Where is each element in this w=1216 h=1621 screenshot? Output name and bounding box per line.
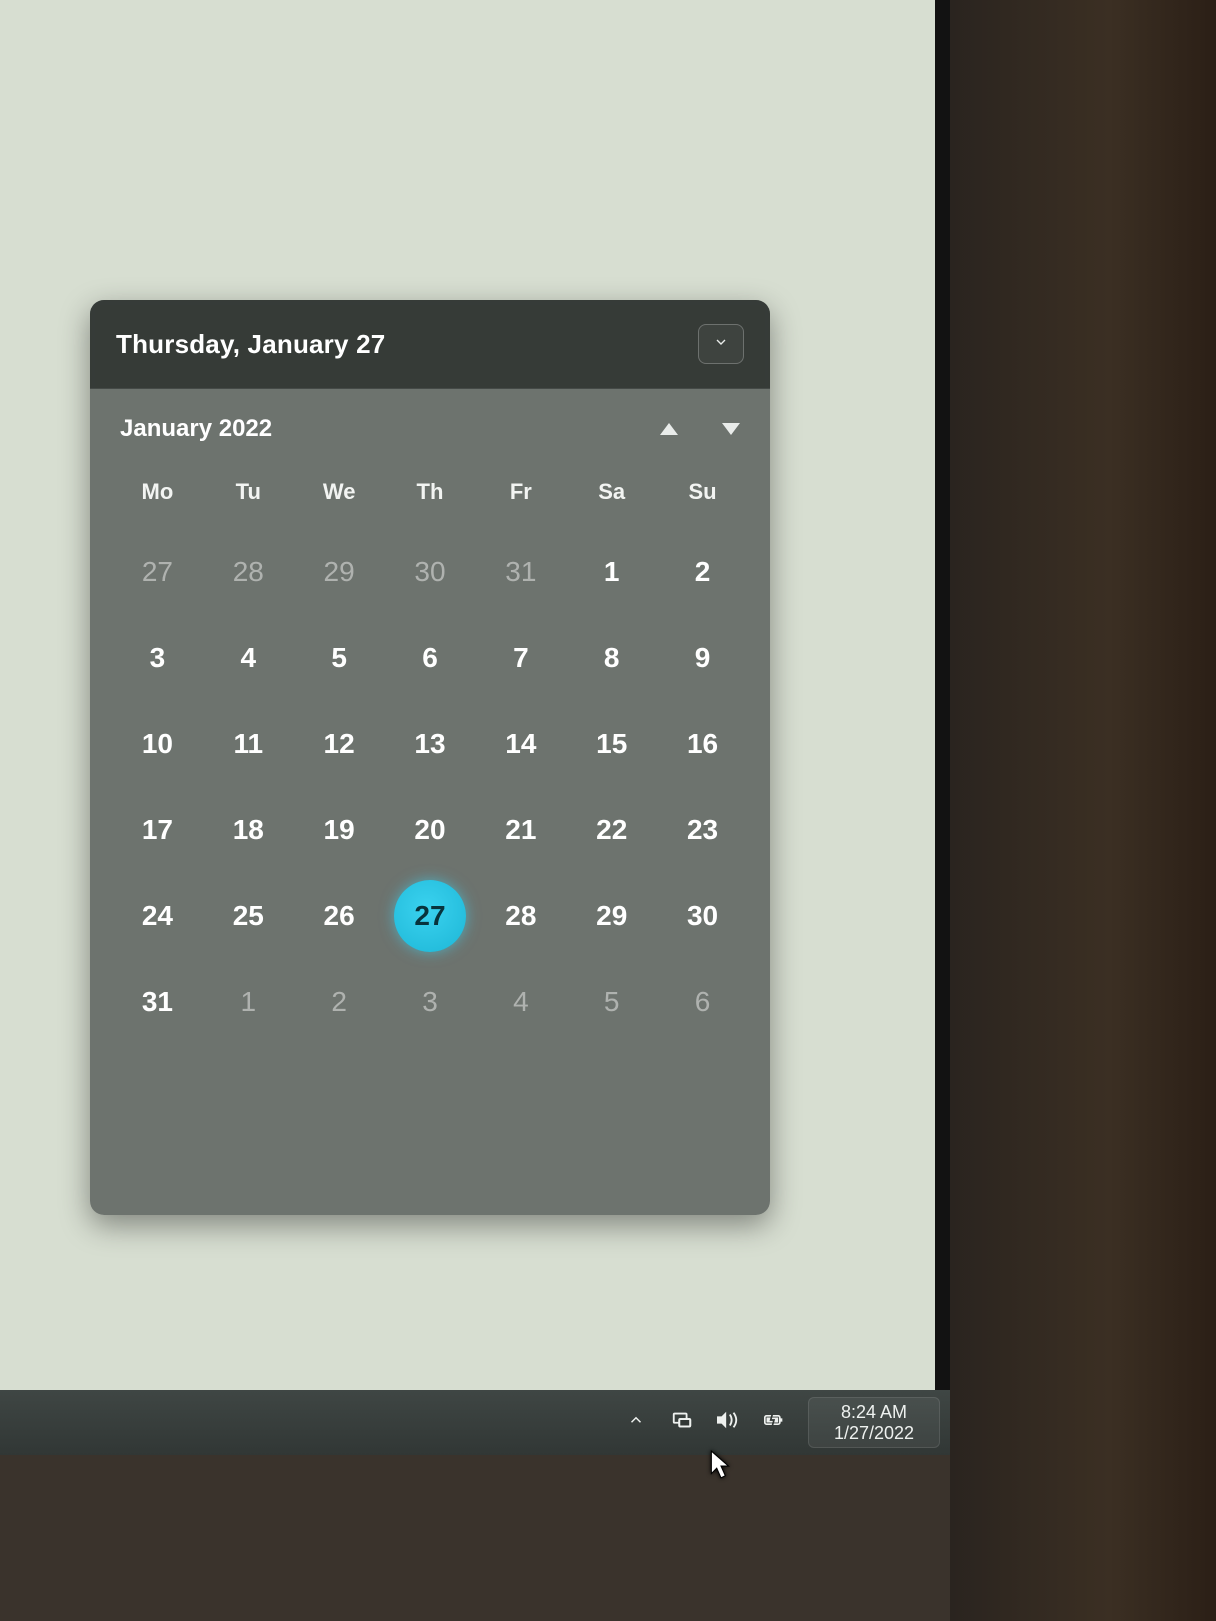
calendar-day-outside[interactable]: 5 <box>566 963 657 1041</box>
calendar-day[interactable]: 2 <box>657 533 748 611</box>
calendar-day-outside[interactable]: 4 <box>475 963 566 1041</box>
calendar-day[interactable]: 23 <box>657 791 748 869</box>
chevron-up-icon <box>627 1411 645 1434</box>
calendar-day-outside[interactable]: 6 <box>657 963 748 1041</box>
day-of-week-header: Su <box>657 461 748 525</box>
calendar-day[interactable]: 13 <box>385 705 476 783</box>
month-year-label[interactable]: January 2022 <box>120 415 272 443</box>
calendar-flyout: Thursday, January 27 January 2022 MoTuWe… <box>90 300 770 1215</box>
taskbar: 8:24 AM 1/27/2022 <box>0 1390 950 1455</box>
today-full-date[interactable]: Thursday, January 27 <box>116 329 385 360</box>
calendar-day-outside[interactable]: 29 <box>294 533 385 611</box>
calendar-day[interactable]: 10 <box>112 705 203 783</box>
chevron-down-icon <box>713 334 729 355</box>
calendar-day[interactable]: 19 <box>294 791 385 869</box>
calendar-day[interactable]: 3 <box>112 619 203 697</box>
calendar-day[interactable]: 12 <box>294 705 385 783</box>
monitor-inner-bezel <box>935 0 950 1455</box>
calendar-header: Thursday, January 27 <box>90 300 770 389</box>
calendar-grid: MoTuWeThFrSaSu27282930311234567891011121… <box>90 453 770 1063</box>
calendar-day-outside[interactable]: 27 <box>112 533 203 611</box>
speaker-icon <box>714 1409 742 1436</box>
mouse-cursor-icon <box>710 1450 732 1480</box>
calendar-day-outside[interactable]: 3 <box>385 963 476 1041</box>
taskbar-clock[interactable]: 8:24 AM 1/27/2022 <box>808 1397 940 1448</box>
calendar-day[interactable]: 17 <box>112 791 203 869</box>
volume-tray-icon[interactable] <box>716 1411 740 1435</box>
calendar-day[interactable]: 8 <box>566 619 657 697</box>
previous-month-button[interactable] <box>660 423 678 435</box>
system-tray: 8:24 AM 1/27/2022 <box>624 1397 940 1448</box>
calendar-day-outside[interactable]: 30 <box>385 533 476 611</box>
tray-overflow-button[interactable] <box>624 1411 648 1435</box>
day-of-week-header: We <box>294 461 385 525</box>
calendar-day[interactable]: 4 <box>203 619 294 697</box>
day-of-week-header: Fr <box>475 461 566 525</box>
taskbar-time: 8:24 AM <box>841 1402 907 1423</box>
calendar-day[interactable]: 18 <box>203 791 294 869</box>
calendar-day[interactable]: 29 <box>566 877 657 955</box>
calendar-day[interactable]: 22 <box>566 791 657 869</box>
network-tray-icon[interactable] <box>670 1411 694 1435</box>
calendar-day[interactable]: 31 <box>112 963 203 1041</box>
calendar-day[interactable]: 25 <box>203 877 294 955</box>
calendar-day[interactable]: 14 <box>475 705 566 783</box>
calendar-day[interactable]: 30 <box>657 877 748 955</box>
month-bar: January 2022 <box>90 389 770 453</box>
calendar-day[interactable]: 16 <box>657 705 748 783</box>
monitor-right-bezel <box>950 0 1216 1621</box>
calendar-day[interactable]: 6 <box>385 619 476 697</box>
calendar-day[interactable]: 5 <box>294 619 385 697</box>
battery-tray-icon[interactable] <box>762 1411 786 1435</box>
calendar-day[interactable]: 20 <box>385 791 476 869</box>
calendar-day[interactable]: 28 <box>475 877 566 955</box>
day-of-week-header: Mo <box>112 461 203 525</box>
calendar-day[interactable]: 11 <box>203 705 294 783</box>
calendar-day-outside[interactable]: 31 <box>475 533 566 611</box>
calendar-day-outside[interactable]: 2 <box>294 963 385 1041</box>
calendar-day[interactable]: 21 <box>475 791 566 869</box>
monitor-network-icon <box>671 1409 693 1436</box>
calendar-day[interactable]: 7 <box>475 619 566 697</box>
battery-icon <box>762 1410 786 1435</box>
next-month-button[interactable] <box>722 423 740 435</box>
day-of-week-header: Th <box>385 461 476 525</box>
calendar-day-outside[interactable]: 28 <box>203 533 294 611</box>
day-of-week-header: Tu <box>203 461 294 525</box>
calendar-day-today[interactable]: 27 <box>394 880 466 952</box>
day-of-week-header: Sa <box>566 461 657 525</box>
calendar-day[interactable]: 9 <box>657 619 748 697</box>
calendar-day[interactable]: 24 <box>112 877 203 955</box>
collapse-button[interactable] <box>698 324 744 364</box>
calendar-day[interactable]: 26 <box>294 877 385 955</box>
calendar-day[interactable]: 1 <box>566 533 657 611</box>
calendar-day[interactable]: 15 <box>566 705 657 783</box>
taskbar-date: 1/27/2022 <box>834 1423 914 1444</box>
month-nav <box>660 423 740 435</box>
calendar-day-outside[interactable]: 1 <box>203 963 294 1041</box>
